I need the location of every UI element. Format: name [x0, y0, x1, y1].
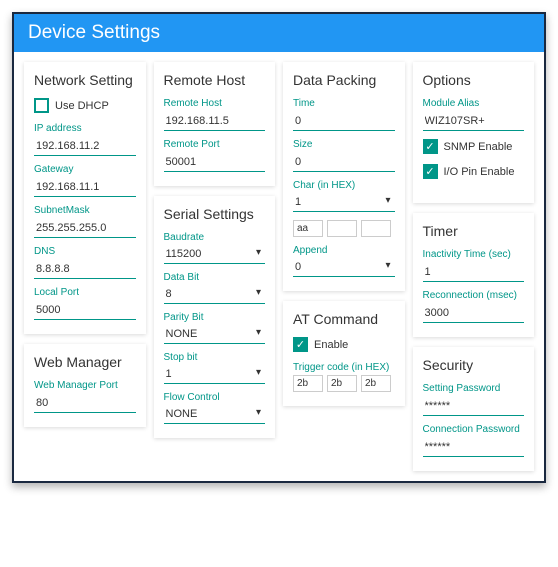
remote-host-label: Remote Host	[164, 98, 266, 109]
inactivity-input[interactable]	[423, 263, 525, 282]
network-setting-card: Network Setting Use DHCP IP address Gate…	[24, 62, 146, 334]
size-label: Size	[293, 139, 395, 150]
append-select[interactable]: 0	[293, 258, 395, 277]
trig1-input[interactable]	[293, 375, 323, 392]
web-manager-card: Web Manager Web Manager Port	[24, 344, 146, 427]
hex3-input[interactable]	[361, 220, 391, 237]
remote-port-label: Remote Port	[164, 139, 266, 150]
char-label: Char (in HEX)	[293, 180, 395, 191]
trig3-input[interactable]	[361, 375, 391, 392]
reconnection-input[interactable]	[423, 304, 525, 323]
parity-label: Parity Bit	[164, 312, 266, 323]
baudrate-label: Baudrate	[164, 232, 266, 243]
flowcontrol-select[interactable]: NONE	[164, 405, 266, 424]
at-enable-label: Enable	[314, 339, 348, 351]
stopbit-select[interactable]: 1	[164, 365, 266, 384]
flowcontrol-label: Flow Control	[164, 392, 266, 403]
size-input[interactable]	[293, 153, 395, 172]
subnet-input[interactable]	[34, 219, 136, 238]
trigger-label: Trigger code (in HEX)	[293, 362, 395, 373]
remote-host-input[interactable]	[164, 112, 266, 131]
card-title: Remote Host	[164, 72, 266, 88]
at-enable-row[interactable]: ✓ Enable	[293, 337, 395, 352]
checkbox-empty-icon[interactable]	[34, 98, 49, 113]
device-settings-window: Device Settings Network Setting Use DHCP…	[12, 12, 546, 483]
column-3: Data Packing Time Size Char (in HEX) 1 Ap…	[283, 62, 405, 406]
gateway-label: Gateway	[34, 164, 136, 175]
card-title: Network Setting	[34, 72, 136, 88]
char-select[interactable]: 1	[293, 193, 395, 212]
setting-pw-input[interactable]	[423, 397, 525, 416]
checkbox-checked-icon[interactable]: ✓	[423, 139, 438, 154]
alias-label: Module Alias	[423, 98, 525, 109]
databit-select[interactable]: 8	[164, 285, 266, 304]
card-title: Data Packing	[293, 72, 395, 88]
checkbox-checked-icon[interactable]: ✓	[423, 164, 438, 179]
page-title: Device Settings	[14, 14, 544, 52]
remote-port-input[interactable]	[164, 153, 266, 172]
local-port-label: Local Port	[34, 287, 136, 298]
conn-pw-label: Connection Password	[423, 424, 525, 435]
card-title: Options	[423, 72, 525, 88]
append-label: Append	[293, 245, 395, 256]
io-row[interactable]: ✓ I/O Pin Enable	[423, 164, 525, 179]
web-port-label: Web Manager Port	[34, 380, 136, 391]
security-card: Security Setting Password Connection Pas…	[413, 347, 535, 471]
stopbit-label: Stop bit	[164, 352, 266, 363]
card-title: Serial Settings	[164, 206, 266, 222]
time-input[interactable]	[293, 112, 395, 131]
parity-select[interactable]: NONE	[164, 325, 266, 344]
ip-label: IP address	[34, 123, 136, 134]
local-port-input[interactable]	[34, 301, 136, 320]
options-card: Options Module Alias ✓ SNMP Enable ✓ I/O…	[413, 62, 535, 203]
baudrate-select[interactable]: 115200	[164, 245, 266, 264]
card-title: Security	[423, 357, 525, 373]
dns-input[interactable]	[34, 260, 136, 279]
column-4: Options Module Alias ✓ SNMP Enable ✓ I/O…	[413, 62, 535, 471]
ip-input[interactable]	[34, 137, 136, 156]
content-area: Network Setting Use DHCP IP address Gate…	[14, 52, 544, 481]
checkbox-checked-icon[interactable]: ✓	[293, 337, 308, 352]
time-label: Time	[293, 98, 395, 109]
hex2-input[interactable]	[327, 220, 357, 237]
snmp-row[interactable]: ✓ SNMP Enable	[423, 139, 525, 154]
hex1-input[interactable]	[293, 220, 323, 237]
conn-pw-input[interactable]	[423, 438, 525, 457]
data-packing-card: Data Packing Time Size Char (in HEX) 1 Ap…	[283, 62, 405, 291]
gateway-input[interactable]	[34, 178, 136, 197]
alias-input[interactable]	[423, 112, 525, 131]
snmp-label: SNMP Enable	[444, 141, 513, 153]
dns-label: DNS	[34, 246, 136, 257]
reconnection-label: Reconnection (msec)	[423, 290, 525, 301]
io-label: I/O Pin Enable	[444, 166, 515, 178]
column-2: Remote Host Remote Host Remote Port Seri…	[154, 62, 276, 438]
setting-pw-label: Setting Password	[423, 383, 525, 394]
inactivity-label: Inactivity Time (sec)	[423, 249, 525, 260]
databit-label: Data Bit	[164, 272, 266, 283]
card-title: Timer	[423, 223, 525, 239]
web-port-input[interactable]	[34, 394, 136, 413]
timer-card: Timer Inactivity Time (sec) Reconnection…	[413, 213, 535, 337]
serial-settings-card: Serial Settings Baudrate 115200 Data Bit 8…	[154, 196, 276, 438]
remote-host-card: Remote Host Remote Host Remote Port	[154, 62, 276, 186]
trig2-input[interactable]	[327, 375, 357, 392]
use-dhcp-row[interactable]: Use DHCP	[34, 98, 136, 113]
use-dhcp-label: Use DHCP	[55, 100, 109, 112]
column-1: Network Setting Use DHCP IP address Gate…	[24, 62, 146, 427]
card-title: AT Command	[293, 311, 395, 327]
subnet-label: SubnetMask	[34, 205, 136, 216]
card-title: Web Manager	[34, 354, 136, 370]
at-command-card: AT Command ✓ Enable Trigger code (in HEX…	[283, 301, 405, 406]
